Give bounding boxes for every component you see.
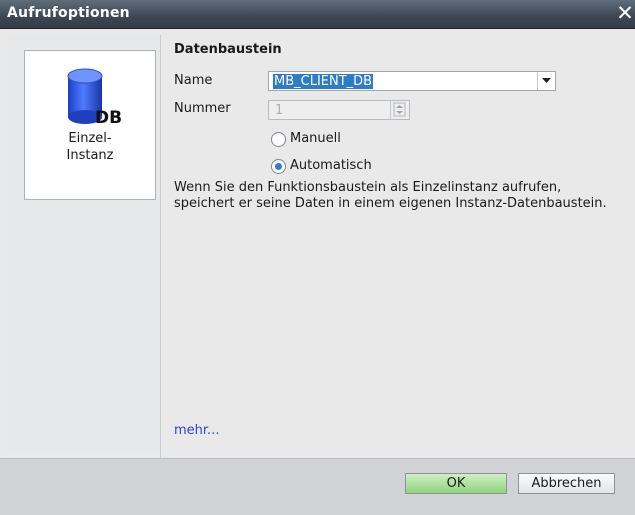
db-icon-text: DB — [95, 108, 121, 128]
dropdown-button[interactable] — [537, 72, 555, 90]
radio-automatic[interactable]: Automatisch — [271, 158, 441, 176]
ok-button[interactable]: OK — [405, 473, 507, 494]
button-bar: OK Abbrechen — [0, 458, 635, 515]
call-type-panel: DB Einzel- Instanz — [8, 35, 160, 451]
datablock-panel: Datenbaustein Name MB_CLIENT_DB Nummer 1… — [161, 35, 627, 451]
call-options-dialog: Aufrufoptionen ✕ DB Einzel- Instanz Date… — [0, 0, 635, 515]
dialog-title: Aufrufoptionen — [7, 5, 130, 21]
description-text: Wenn Sie den Funktionsbaustein als Einze… — [174, 180, 607, 211]
database-icon: DB — [67, 68, 121, 128]
name-combobox[interactable]: MB_CLIENT_DB — [268, 71, 556, 91]
name-value[interactable]: MB_CLIENT_DB — [273, 74, 374, 89]
radio-automatic-circle[interactable] — [271, 159, 286, 174]
more-link[interactable]: mehr... — [174, 423, 219, 438]
number-spinbox: 1 — [268, 100, 410, 120]
cancel-button[interactable]: Abbrechen — [518, 473, 615, 494]
number-label: Nummer — [174, 101, 231, 116]
radio-manual-circle[interactable] — [271, 132, 286, 147]
tile-label: Einzel- Instanz — [66, 131, 114, 163]
single-instance-tile[interactable]: DB Einzel- Instanz — [24, 50, 156, 200]
radio-manual-label: Manuell — [290, 131, 341, 146]
spinner-arrows-icon — [393, 102, 406, 117]
chevron-down-icon — [542, 78, 551, 83]
section-title: Datenbaustein — [174, 42, 282, 57]
close-icon[interactable]: ✕ — [615, 0, 635, 28]
radio-manual[interactable]: Manuell — [271, 131, 441, 149]
name-label: Name — [174, 73, 213, 88]
title-bar[interactable]: Aufrufoptionen ✕ — [0, 0, 635, 29]
radio-automatic-label: Automatisch — [290, 158, 372, 173]
number-value: 1 — [275, 103, 284, 118]
spin-buttons — [390, 101, 409, 119]
